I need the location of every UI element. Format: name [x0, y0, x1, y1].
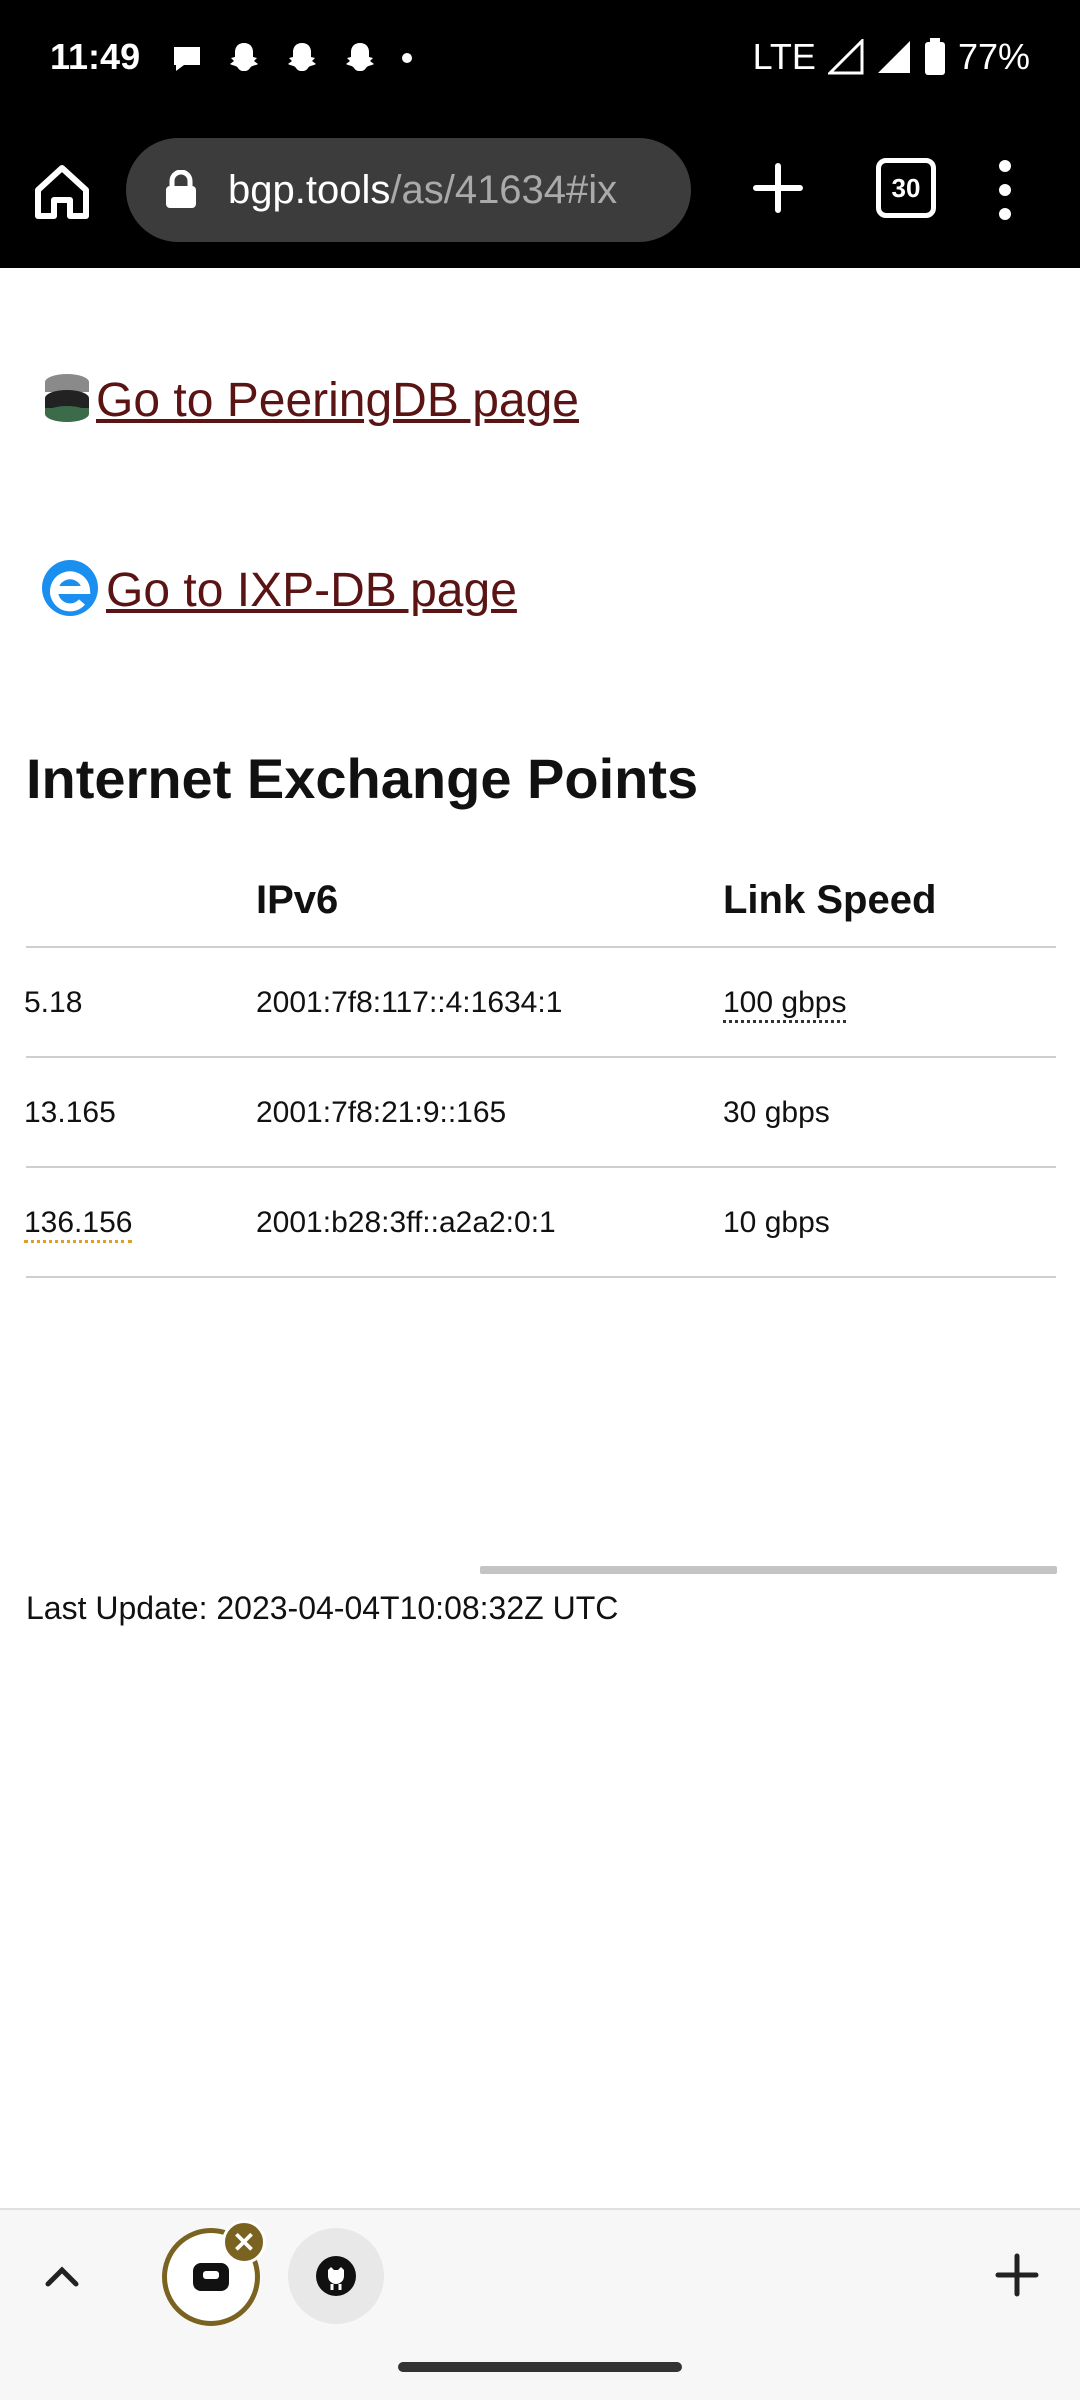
peeringdb-link-label: Go to PeeringDB page — [96, 374, 579, 427]
status-time: 11:49 — [50, 36, 141, 77]
tab-strip: ✕ — [0, 2208, 1080, 2340]
network-label: LTE — [752, 36, 816, 77]
bgp-tools-icon — [193, 2263, 229, 2291]
status-right: LTE 77% — [753, 36, 1030, 78]
ipv6-cell: 2001:7f8:117::4:1634:1 — [256, 986, 563, 1019]
ix-table[interactable]: IPv6 Link Speed 5.18 2001:7f8:117::4:163… — [24, 856, 1056, 1278]
address-bar[interactable]: bgp.tools/as/41634#ix — [126, 138, 691, 242]
close-tab-icon[interactable]: ✕ — [222, 2220, 266, 2264]
url-text[interactable]: bgp.tools/as/41634#ix — [228, 168, 668, 213]
ipv4-cell: 13.165 — [24, 1096, 116, 1129]
tab-switcher-button[interactable]: 30 — [876, 158, 936, 218]
notification-icons — [170, 40, 414, 76]
ipv6-cell: 2001:b28:3ff::a2a2:0:1 — [256, 1206, 556, 1239]
home-icon[interactable] — [30, 160, 94, 224]
ipv6-cell: 2001:7f8:21:9::165 — [256, 1096, 507, 1129]
battery-percent: 77% — [957, 36, 1030, 77]
chevron-up-icon[interactable] — [44, 2260, 80, 2290]
table-row: 13.165 2001:7f8:21:9::165 30 gbps — [24, 1058, 1056, 1168]
more-menu-icon[interactable] — [990, 158, 1020, 222]
tab-count: 30 — [891, 172, 921, 203]
new-tab-icon[interactable] — [748, 158, 808, 218]
tab-thumbnail[interactable] — [288, 2228, 384, 2324]
section-title: Internet Exchange Points — [26, 747, 699, 810]
column-header-link-speed: Link Speed — [723, 878, 937, 922]
snapchat-icon — [346, 43, 374, 71]
home-gesture-handle[interactable] — [398, 2362, 682, 2372]
last-update-text: Last Update: 2023-04-04T10:08:32Z UTC — [26, 1590, 619, 1626]
ipv4-cell[interactable]: 136.156 — [24, 1206, 133, 1243]
column-header-ipv6: IPv6 — [256, 878, 339, 922]
ixpdb-link[interactable]: Go to IXP-DB page — [38, 558, 517, 618]
add-tab-icon[interactable] — [992, 2250, 1042, 2300]
lock-icon — [166, 170, 196, 208]
peeringdb-icon — [45, 374, 89, 422]
battery-icon — [924, 38, 945, 75]
snapchat-icon — [230, 43, 258, 71]
speed-cell: 30 gbps — [723, 1096, 830, 1129]
table-scrollbar[interactable] — [480, 1566, 1057, 1574]
browser-toolbar: bgp.tools/as/41634#ix 30 — [0, 118, 1080, 268]
signal-icon — [827, 39, 864, 75]
status-bar: 11:49 LTE 77% — [0, 0, 1080, 118]
table-header: IPv6 Link Speed — [26, 856, 1056, 948]
ixpdb-icon — [42, 560, 98, 616]
signal-icon — [877, 41, 910, 73]
github-icon — [316, 2256, 356, 2296]
table-row: 5.18 2001:7f8:117::4:1634:1 100 gbps — [24, 948, 1056, 1058]
gesture-nav-area — [0, 2338, 1080, 2400]
url-host: bgp.tools — [228, 167, 391, 212]
snapchat-icon — [288, 43, 316, 71]
peeringdb-link[interactable]: Go to PeeringDB page — [42, 368, 579, 428]
table-row: 136.156 2001:b28:3ff::a2a2:0:1 10 gbps — [24, 1168, 1056, 1278]
speed-cell[interactable]: 100 gbps — [723, 986, 847, 1023]
chat-icon — [174, 47, 200, 71]
dot-icon — [402, 53, 412, 63]
url-path: /as/41634#ix — [390, 167, 618, 212]
speed-cell: 10 gbps — [723, 1206, 830, 1239]
ipv4-cell: 5.18 — [24, 986, 83, 1019]
ixpdb-link-label: Go to IXP-DB page — [106, 564, 517, 617]
